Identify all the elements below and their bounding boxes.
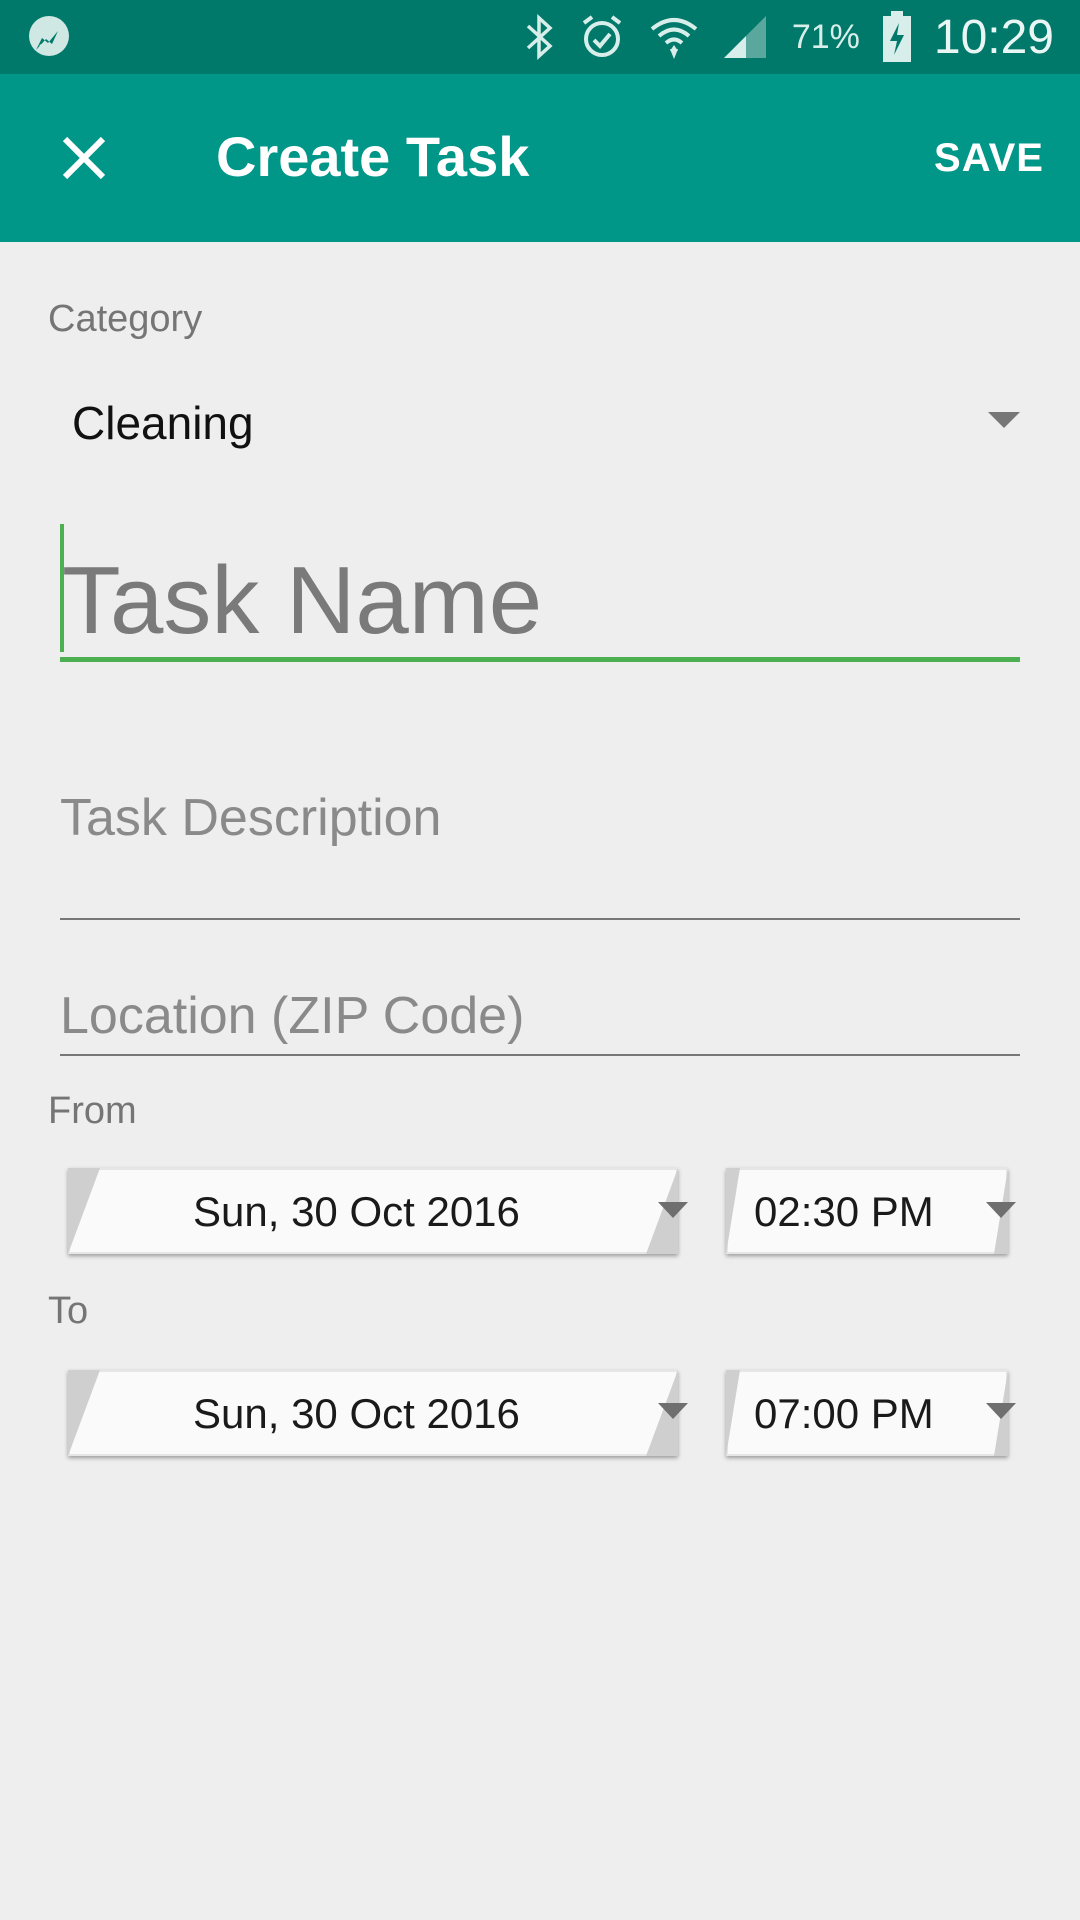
task-name-input[interactable]: Task Name [60, 520, 1020, 662]
category-label: Category [48, 298, 203, 340]
spinner-decoration [726, 1370, 740, 1456]
from-label: From [48, 1090, 137, 1132]
clock: 10:29 [933, 10, 1054, 64]
from-time-picker[interactable]: 02:30 PM [726, 1168, 1008, 1254]
spinner-decoration [68, 1370, 100, 1456]
chevron-down-icon [988, 412, 1020, 428]
from-date-picker[interactable]: Sun, 30 Oct 2016 [68, 1168, 678, 1254]
close-icon [61, 135, 107, 186]
chevron-down-icon [986, 1202, 1016, 1218]
chevron-down-icon [986, 1403, 1016, 1419]
to-date-picker[interactable]: Sun, 30 Oct 2016 [68, 1370, 678, 1456]
chevron-down-icon [658, 1202, 688, 1218]
spinner-decoration [726, 1168, 740, 1254]
status-bar: 71% 10:29 [0, 0, 1080, 74]
wifi-icon [648, 13, 700, 61]
task-description-placeholder: Task Description [60, 789, 442, 847]
to-label: To [48, 1290, 89, 1332]
spinner-decoration [68, 1168, 100, 1254]
signal-icon [722, 14, 770, 60]
to-time-value: 07:00 PM [754, 1390, 934, 1437]
task-name-placeholder: Task Name [62, 547, 543, 654]
category-value: Cleaning [72, 397, 254, 449]
save-button[interactable]: SAVE [934, 136, 1044, 181]
to-date-value: Sun, 30 Oct 2016 [193, 1390, 520, 1437]
battery-percent: 71% [791, 17, 860, 56]
from-time-value: 02:30 PM [754, 1188, 934, 1235]
location-input[interactable]: Location (ZIP Code) [60, 980, 1020, 1056]
location-placeholder: Location (ZIP Code) [60, 987, 525, 1045]
alarm-icon [578, 13, 626, 61]
messenger-icon [26, 14, 72, 60]
battery-charging-icon [882, 11, 912, 63]
page-title: Create Task [216, 125, 530, 188]
category-dropdown[interactable]: Cleaning [48, 370, 1030, 470]
task-description-input[interactable]: Task Description [60, 772, 1020, 920]
chevron-down-icon [658, 1403, 688, 1419]
bluetooth-icon [522, 14, 556, 60]
app-bar: Create Task SAVE [0, 74, 1080, 242]
to-time-picker[interactable]: 07:00 PM [726, 1370, 1008, 1456]
close-button[interactable] [42, 118, 126, 202]
from-date-value: Sun, 30 Oct 2016 [193, 1188, 520, 1235]
